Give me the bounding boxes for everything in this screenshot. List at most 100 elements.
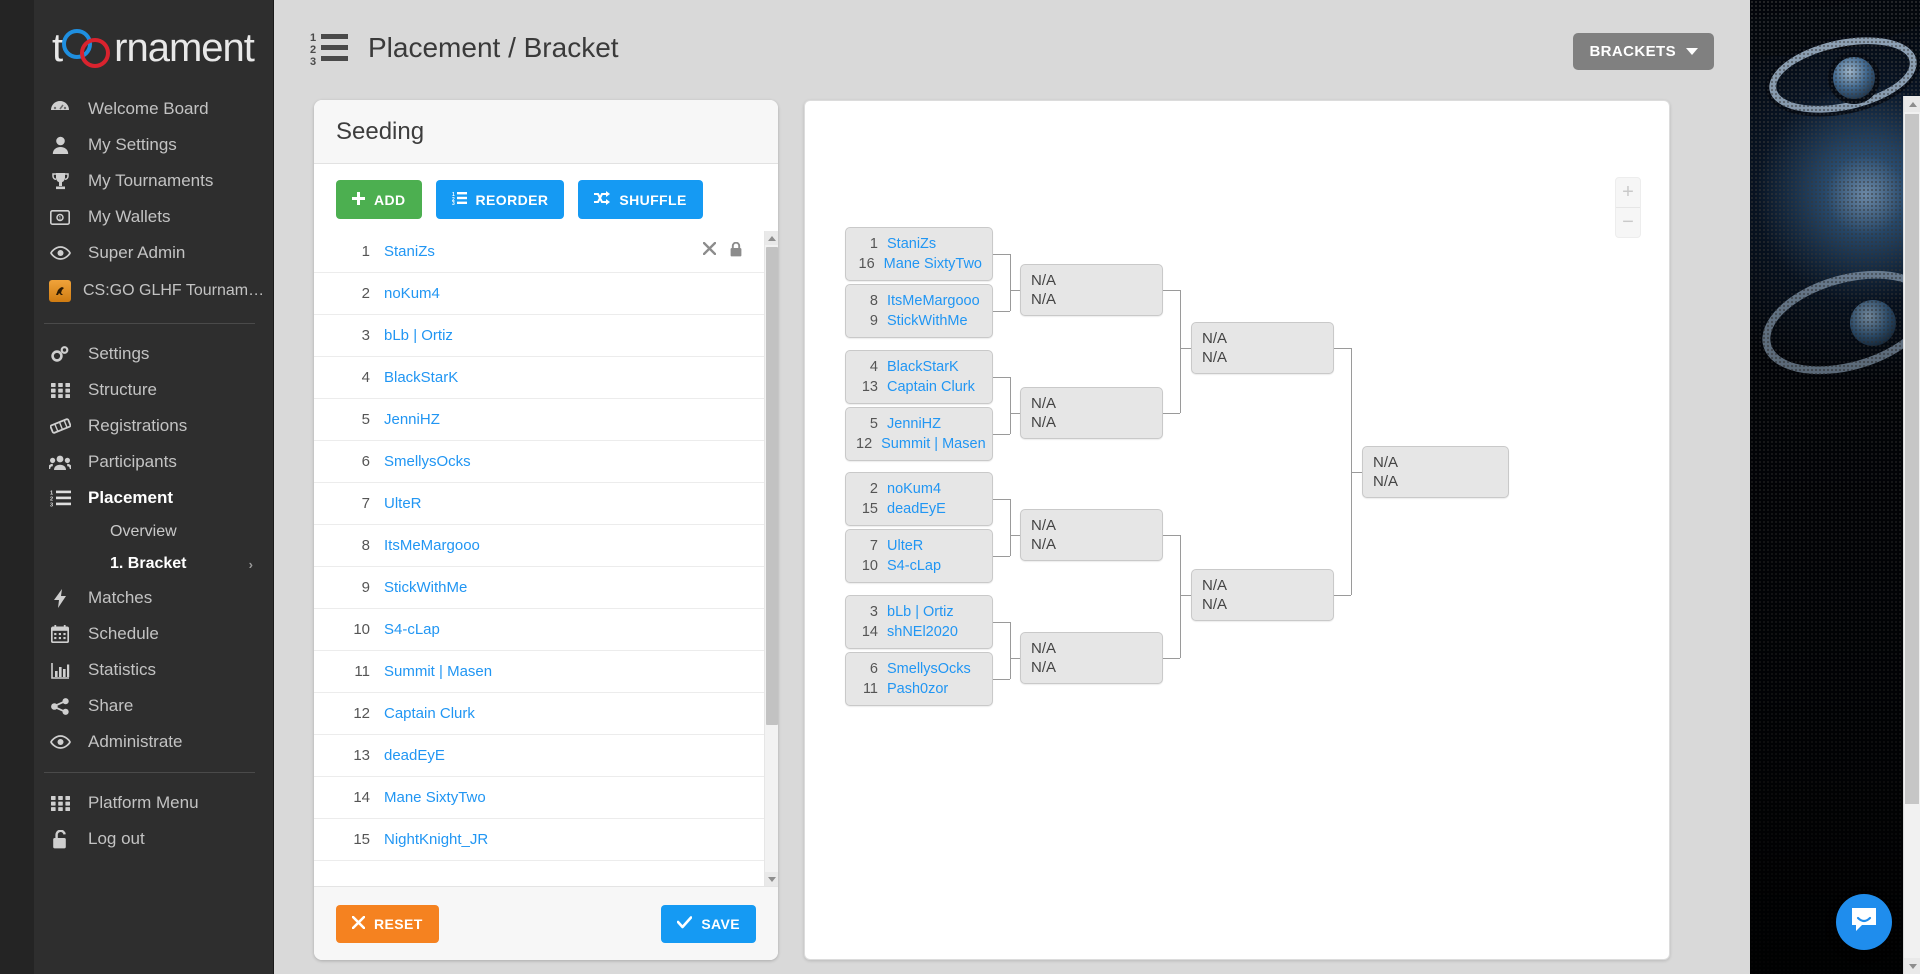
bracket-participant-name[interactable]: bLb | Ortiz [887, 604, 954, 620]
zoom-out-button[interactable]: − [1616, 208, 1640, 237]
save-button[interactable]: SAVE [661, 904, 756, 943]
sidebar-subitem-1-bracket[interactable]: 1. Bracket › [34, 548, 273, 580]
sidebar-item-super-admin[interactable]: Super Admin [34, 235, 273, 271]
seed-name[interactable]: noKum4 [384, 285, 742, 302]
seeding-list-item[interactable]: 6 SmellysOcks [314, 441, 764, 483]
scroll-down-button[interactable] [765, 872, 778, 886]
sidebar-item-log-out[interactable]: Log out [34, 821, 273, 857]
seeding-list-item[interactable]: 3 bLb | Ortiz [314, 315, 764, 357]
sidebar-item-placement[interactable]: 1 2 3 Placement [34, 480, 273, 516]
seed-name[interactable]: BlackStarK [384, 369, 742, 386]
sidebar-item-my-wallets[interactable]: 1 My Wallets [34, 199, 273, 235]
bracket-participant-name[interactable]: Captain Clurk [887, 379, 975, 395]
bracket-participant-name[interactable]: Mane SixtyTwo [884, 256, 982, 272]
seeding-list-item[interactable]: 11 Summit | Masen [314, 651, 764, 693]
bracket-match[interactable]: 3 bLb | Ortiz 14 shNEl2020 [845, 595, 993, 649]
bracket-match[interactable]: 4 BlackStarK 13 Captain Clurk [845, 350, 993, 404]
scroll-up-button[interactable] [765, 231, 778, 245]
sidebar-item-share[interactable]: Share [34, 688, 273, 724]
reset-button[interactable]: RESET [336, 904, 439, 943]
bracket-participant-name[interactable]: SmellysOcks [887, 661, 971, 677]
seeding-list-scrollbar[interactable] [764, 231, 778, 886]
seed-name[interactable]: deadEyE [384, 747, 742, 764]
bracket-match[interactable]: N/A N/A [1020, 632, 1163, 684]
sidebar-item-administrate[interactable]: Administrate [34, 724, 273, 760]
seeding-list-item[interactable]: 7 UlteR [314, 483, 764, 525]
reorder-button[interactable]: 1 2 3 REORDER [435, 180, 565, 219]
seeding-list-item[interactable]: 13 deadEyE [314, 735, 764, 777]
sidebar-item-matches[interactable]: Matches [34, 580, 273, 616]
sidebar-item-my-tournaments[interactable]: My Tournaments [34, 163, 273, 199]
sidebar-item-structure[interactable]: Structure [34, 372, 273, 408]
seed-name[interactable]: StickWithMe [384, 579, 742, 596]
seed-name[interactable]: Mane SixtyTwo [384, 789, 742, 806]
sidebar-item-statistics[interactable]: Statistics [34, 652, 273, 688]
zoom-in-button[interactable]: + [1616, 178, 1640, 207]
seeding-list-item[interactable]: 15 NightKnight_JR [314, 819, 764, 861]
bracket-participant-name[interactable]: Pash0zor [887, 681, 948, 697]
seed-name[interactable]: JenniHZ [384, 411, 742, 428]
bracket-participant-name[interactable]: ItsMeMargooo [887, 293, 980, 309]
bracket-match[interactable]: N/A N/A [1191, 569, 1334, 621]
page-scrollbar[interactable] [1903, 96, 1920, 974]
bracket-participant-name[interactable]: Summit | Masen [881, 436, 986, 452]
seed-name[interactable]: SmellysOcks [384, 453, 742, 470]
page-scrollbar-thumb[interactable] [1905, 114, 1919, 804]
bracket-participant-name[interactable]: JenniHZ [887, 416, 941, 432]
sidebar-item-settings[interactable]: Settings [34, 336, 273, 372]
seed-name[interactable]: Summit | Masen [384, 663, 742, 680]
bracket-canvas[interactable]: 1 StaniZs 16 Mane SixtyTwo 8 ItsMeMargooo 9 Sti… [805, 101, 1669, 959]
page-scroll-up-button[interactable] [1904, 96, 1920, 112]
remove-icon[interactable] [702, 241, 717, 261]
sidebar-item-platform-menu[interactable]: Platform Menu [34, 785, 273, 821]
seed-name[interactable]: Captain Clurk [384, 705, 742, 722]
sidebar-item-tournament[interactable]: CS:GO GLHF Tournamen... [34, 271, 273, 311]
logo[interactable]: t rnament [34, 0, 273, 91]
sidebar-item-registrations[interactable]: Registrations [34, 408, 273, 444]
seeding-list-item[interactable]: 4 BlackStarK [314, 357, 764, 399]
bracket-match[interactable]: 1 StaniZs 16 Mane SixtyTwo [845, 227, 993, 281]
bracket-match[interactable]: N/A N/A [1020, 264, 1163, 316]
bracket-match[interactable]: N/A N/A [1362, 446, 1509, 498]
scrollbar-thumb[interactable] [766, 247, 778, 725]
bracket-match[interactable]: 7 UlteR 10 S4-cLap [845, 529, 993, 583]
bracket-participant-name[interactable]: BlackStarK [887, 359, 959, 375]
sidebar-item-participants[interactable]: Participants [34, 444, 273, 480]
bracket-participant-name[interactable]: UlteR [887, 538, 923, 554]
bracket-participant-name[interactable]: deadEyE [887, 501, 946, 517]
page-scroll-down-button[interactable] [1904, 958, 1920, 974]
bracket-participant-name[interactable]: StickWithMe [887, 313, 968, 329]
sidebar-item-schedule[interactable]: Schedule [34, 616, 273, 652]
bracket-match[interactable]: N/A N/A [1020, 509, 1163, 561]
bracket-participant-name[interactable]: shNEl2020 [887, 624, 958, 640]
seeding-list-item[interactable]: 10 S4-cLap [314, 609, 764, 651]
add-button[interactable]: ADD [336, 180, 422, 219]
seeding-list-item[interactable]: 1 StaniZs [314, 231, 764, 273]
seed-name[interactable]: ItsMeMargooo [384, 537, 742, 554]
bracket-participant-name[interactable]: noKum4 [887, 481, 941, 497]
brackets-dropdown-button[interactable]: BRACKETS [1573, 33, 1714, 70]
sidebar-item-my-settings[interactable]: My Settings [34, 127, 273, 163]
seed-name[interactable]: S4-cLap [384, 621, 742, 638]
seed-name[interactable]: UlteR [384, 495, 742, 512]
seeding-list-item[interactable]: 12 Captain Clurk [314, 693, 764, 735]
seed-name[interactable]: NightKnight_JR [384, 831, 742, 848]
bracket-match[interactable]: N/A N/A [1020, 387, 1163, 439]
bracket-match[interactable]: 5 JenniHZ 12 Summit | Masen [845, 407, 993, 461]
seeding-list-item[interactable]: 9 StickWithMe [314, 567, 764, 609]
seeding-list-item[interactable]: 8 ItsMeMargooo [314, 525, 764, 567]
seeding-list-item[interactable]: 5 JenniHZ [314, 399, 764, 441]
bracket-match[interactable]: 2 noKum4 15 deadEyE [845, 472, 993, 526]
bracket-match[interactable]: 6 SmellysOcks 11 Pash0zor [845, 652, 993, 706]
seed-name[interactable]: bLb | Ortiz [384, 327, 742, 344]
sidebar-subitem-overview[interactable]: Overview [34, 516, 273, 548]
shuffle-button[interactable]: SHUFFLE [578, 180, 703, 219]
bracket-match[interactable]: 8 ItsMeMargooo 9 StickWithMe [845, 284, 993, 338]
intercom-chat-button[interactable] [1836, 894, 1892, 950]
seeding-list-item[interactable]: 14 Mane SixtyTwo [314, 777, 764, 819]
sidebar-item-welcome-board[interactable]: Welcome Board [34, 91, 273, 127]
seed-name[interactable]: StaniZs [384, 243, 703, 260]
bracket-participant-name[interactable]: StaniZs [887, 236, 936, 252]
seeding-list-item[interactable]: 2 noKum4 [314, 273, 764, 315]
bracket-participant-name[interactable]: S4-cLap [887, 558, 941, 574]
